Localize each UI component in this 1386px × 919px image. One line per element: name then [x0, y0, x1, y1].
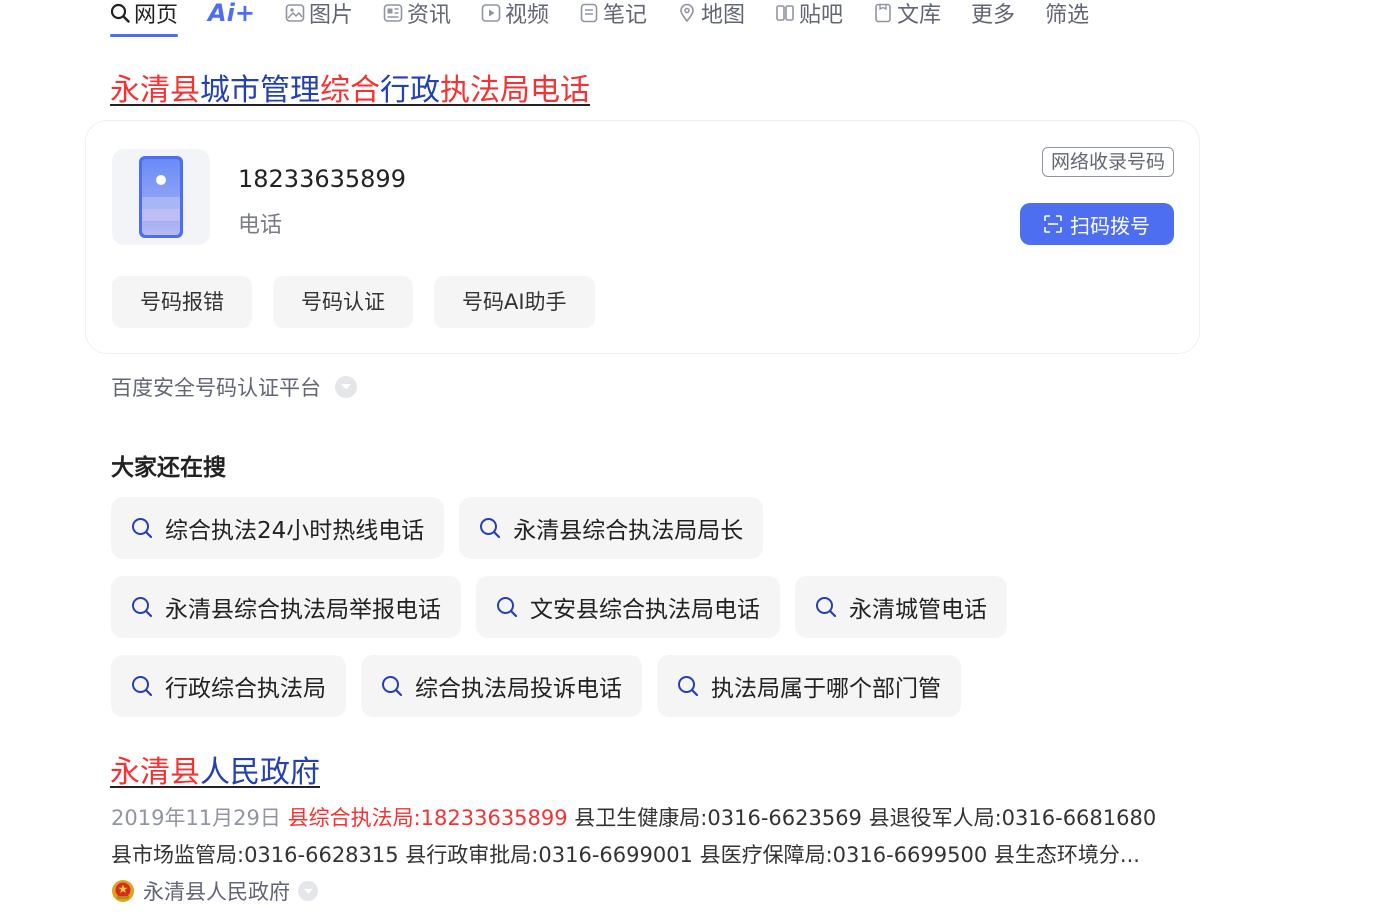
tab-web[interactable]: 网页 — [110, 0, 179, 37]
search-icon — [131, 517, 153, 539]
card-actions: 号码报错 号码认证 号码AI助手 — [112, 276, 616, 328]
tab-label: 笔记 — [602, 3, 647, 28]
title-part: 综合 — [320, 73, 380, 108]
number-verify-button[interactable]: 号码认证 — [273, 276, 413, 328]
scan-icon — [1044, 215, 1062, 233]
title-part: 执法局电话 — [440, 73, 590, 108]
phone-card: 18233635899 电话 网络收录号码 扫码拨号 号码报错 号码认证 号码A… — [85, 120, 1200, 354]
image-icon — [285, 3, 305, 23]
chevron-down-icon[interactable] — [298, 881, 318, 901]
source-badge: 网络收录号码 — [1041, 147, 1174, 177]
tab-more[interactable]: 更多 — [971, 0, 1016, 28]
tab-label: 网页 — [134, 3, 179, 28]
chip-label: 永清城管电话 — [849, 597, 987, 623]
tab-filter[interactable]: 筛选 — [1045, 0, 1090, 28]
related-search-chip[interactable]: 文安县综合执法局电话 — [476, 576, 780, 638]
map-icon — [677, 3, 697, 23]
result-title-link[interactable]: 永清县人民政府 — [110, 752, 320, 794]
search-icon — [677, 675, 699, 697]
chevron-down-icon[interactable] — [335, 376, 357, 398]
video-icon — [481, 3, 501, 23]
result-date: 2019年11月29日 — [111, 806, 281, 830]
note-icon — [579, 3, 599, 23]
search-icon — [131, 596, 153, 618]
search-icon — [381, 675, 403, 697]
source-name: 百度安全号码认证平台 — [111, 376, 321, 400]
highlight-text: 县综合执法局:18233635899 — [287, 806, 568, 830]
related-search-chip[interactable]: 执法局属于哪个部门管 — [657, 655, 961, 717]
scan-dial-label: 扫码拨号 — [1070, 213, 1150, 238]
tab-label: 视频 — [504, 3, 549, 28]
report-error-button[interactable]: 号码报错 — [112, 276, 252, 328]
search-tabs: 网页 Ai+ 图片 资讯 视频 笔记 地图 贴吧 文库 更多 筛选 — [110, 0, 1119, 40]
chip-label: 永清县综合执法局举报电话 — [165, 597, 441, 623]
tab-label: 文库 — [897, 3, 942, 28]
tieba-icon — [775, 3, 795, 23]
related-search-chip[interactable]: 综合执法24小时热线电话 — [111, 497, 445, 559]
tab-news[interactable]: 资讯 — [383, 0, 451, 28]
news-icon — [383, 3, 403, 23]
scan-dial-button[interactable]: 扫码拨号 — [1020, 203, 1174, 245]
related-search-chip[interactable]: 行政综合执法局 — [111, 655, 346, 717]
chip-label: 综合执法24小时热线电话 — [165, 518, 425, 544]
title-part: 城市管理 — [200, 73, 320, 108]
phone-number: 18233635899 — [238, 165, 406, 193]
tab-images[interactable]: 图片 — [285, 0, 353, 28]
result-source[interactable]: 永清县人民政府 — [111, 876, 318, 906]
result-source[interactable]: 百度安全号码认证平台 — [111, 372, 357, 402]
related-searches: 综合执法24小时热线电话 永清县综合执法局局长 永清县综合执法局举报电话 文安县… — [111, 497, 1211, 734]
tab-tieba[interactable]: 贴吧 — [775, 0, 844, 28]
tab-map[interactable]: 地图 — [677, 0, 746, 28]
emblem-icon — [111, 879, 135, 903]
tab-label: 资讯 — [406, 3, 451, 28]
phone-icon — [139, 156, 183, 238]
title-part: 行政 — [380, 73, 440, 108]
tab-label: 地图 — [701, 3, 746, 28]
chip-row: 永清县综合执法局举报电话 文安县综合执法局电话 永清城管电话 — [111, 576, 1211, 638]
title-part: 人民政府 — [200, 755, 320, 790]
ai-icon: Ai+ — [208, 0, 255, 27]
tab-label: 贴吧 — [799, 3, 844, 28]
related-search-chip[interactable]: 永清城管电话 — [795, 576, 1007, 638]
chip-label: 执法局属于哪个部门管 — [711, 676, 941, 702]
phone-label: 电话 — [238, 213, 283, 238]
title-part: 永清县 — [110, 73, 200, 108]
search-icon — [131, 675, 153, 697]
wenku-icon — [873, 3, 893, 23]
tab-label: 筛选 — [1045, 3, 1090, 28]
phone-icon-box — [112, 149, 210, 245]
tab-notes[interactable]: 笔记 — [579, 0, 647, 28]
chip-label: 行政综合执法局 — [165, 676, 326, 702]
search-icon — [479, 517, 501, 539]
chip-row: 综合执法24小时热线电话 永清县综合执法局局长 — [111, 497, 1211, 559]
chip-label: 综合执法局投诉电话 — [415, 676, 622, 702]
related-search-chip[interactable]: 永清县综合执法局局长 — [459, 497, 764, 559]
tab-label: 更多 — [971, 3, 1016, 28]
search-icon — [815, 596, 837, 618]
related-search-chip[interactable]: 综合执法局投诉电话 — [361, 655, 642, 717]
chip-row: 行政综合执法局 综合执法局投诉电话 执法局属于哪个部门管 — [111, 655, 1211, 717]
search-icon — [496, 596, 518, 618]
related-searches-title: 大家还在搜 — [111, 455, 226, 481]
chip-label: 永清县综合执法局局长 — [513, 518, 744, 544]
result-title-link[interactable]: 永清县城市管理综合行政执法局电话 — [110, 70, 590, 112]
tab-wenku[interactable]: 文库 — [873, 0, 942, 28]
tab-label: 图片 — [308, 3, 353, 28]
source-name: 永清县人民政府 — [143, 880, 290, 904]
tab-video[interactable]: 视频 — [481, 0, 549, 28]
number-ai-assistant-button[interactable]: 号码AI助手 — [434, 276, 595, 328]
chip-label: 文安县综合执法局电话 — [530, 597, 760, 623]
related-search-chip[interactable]: 永清县综合执法局举报电话 — [111, 576, 461, 638]
result-abstract: 2019年11月29日 县综合执法局:18233635899 县卫生健康局:03… — [111, 800, 1171, 874]
title-part: 永清县 — [110, 755, 200, 790]
search-icon — [110, 3, 130, 23]
tab-ai[interactable]: Ai+ — [208, 0, 255, 27]
